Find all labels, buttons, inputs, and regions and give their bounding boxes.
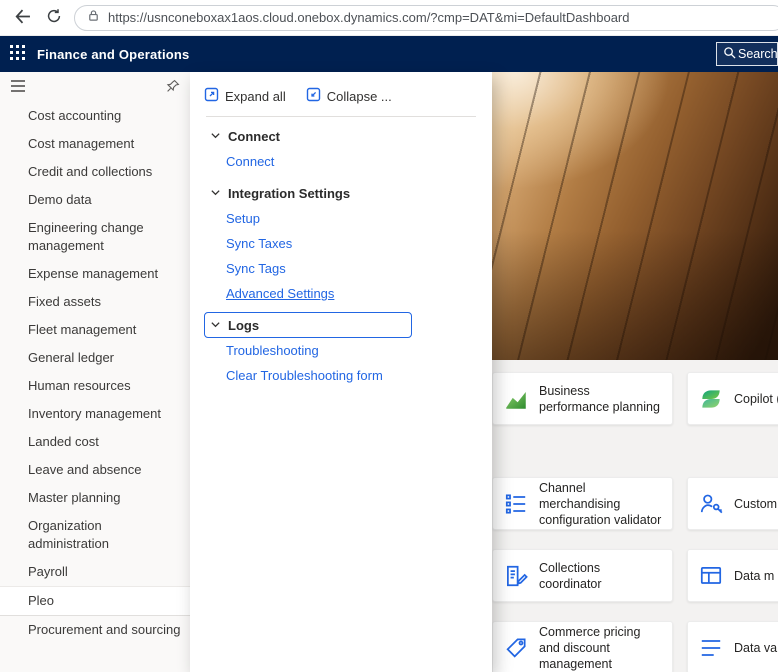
sidebar-item-human-resources[interactable]: Human resources: [0, 372, 190, 400]
tile-label: Copilot (Previe: [734, 391, 778, 406]
sidebar-item-organization-administration[interactable]: Organization administration: [0, 512, 190, 558]
tile-label: Data m: [734, 568, 775, 583]
address-bar[interactable]: https://usnconeboxax1aos.cloud.onebox.dy…: [74, 4, 778, 31]
sidebar-header: [0, 72, 190, 98]
flyout-toolbar: Expand all Collapse ...: [204, 84, 478, 108]
chevron-down-icon: [210, 186, 221, 201]
tile-label: Commerce pricing and discount management: [539, 624, 641, 671]
workarea: Cost accounting Cost management Credit a…: [0, 72, 778, 672]
tile-commerce-pricing-and-discount-management[interactable]: Commerce pricing and discount management: [492, 621, 673, 672]
sidebar-item-cost-management[interactable]: Cost management: [0, 130, 190, 158]
sidebar-item-general-ledger[interactable]: General ledger: [0, 344, 190, 372]
flyout-link-clear-troubleshooting-form[interactable]: Clear Troubleshooting form: [226, 363, 478, 388]
checklist-icon: [503, 491, 529, 517]
sidebar-item-landed-cost[interactable]: Landed cost: [0, 428, 190, 456]
collapse-button[interactable]: Collapse ...: [306, 87, 392, 105]
module-sidebar: Cost accounting Cost management Credit a…: [0, 72, 190, 672]
sidebar-item-inventory-management[interactable]: Inventory management: [0, 400, 190, 428]
flyout-link-troubleshooting[interactable]: Troubleshooting: [226, 338, 478, 363]
module-flyout-menu: Expand all Collapse ... Connect Connect: [190, 72, 492, 672]
price-tag-icon: [503, 635, 529, 661]
sidebar-item-credit-and-collections[interactable]: Credit and collections: [0, 158, 190, 186]
section-title: Logs: [228, 317, 260, 333]
tile-copilot-preview[interactable]: Copilot (Previe: [687, 372, 778, 425]
back-arrow-icon: [14, 8, 31, 28]
refresh-button[interactable]: [42, 6, 66, 30]
tile-label: Custom: [734, 496, 778, 511]
person-key-icon: [698, 491, 724, 517]
dashboard-hero-image: [492, 72, 778, 360]
app-launcher-button[interactable]: [10, 45, 25, 63]
expand-all-button[interactable]: Expand all: [204, 87, 286, 105]
section-title: Connect: [228, 128, 280, 144]
flyout-link-setup[interactable]: Setup: [226, 206, 478, 231]
collapse-label: Collapse ...: [326, 88, 392, 104]
chevron-down-icon: [210, 318, 221, 333]
section-title: Integration Settings: [228, 185, 351, 201]
app-title: Finance and Operations: [37, 46, 190, 62]
copilot-icon: [698, 386, 724, 412]
section-integration-settings[interactable]: Integration Settings: [204, 180, 412, 206]
sidebar-item-expense-management[interactable]: Expense management: [0, 260, 190, 288]
back-button[interactable]: [10, 6, 34, 30]
sidebar-item-fleet-management[interactable]: Fleet management: [0, 316, 190, 344]
sidebar-item-payroll[interactable]: Payroll: [0, 558, 190, 586]
hamburger-menu-button[interactable]: [8, 77, 28, 98]
document-pencil-icon: [503, 563, 529, 589]
flyout-link-sync-taxes[interactable]: Sync Taxes: [226, 231, 478, 256]
dashboard-content: Business performance planning Copilot (P…: [492, 72, 778, 672]
section-connect[interactable]: Connect: [204, 123, 412, 149]
tile-collections-coordinator[interactable]: Collections coordinator: [492, 549, 673, 602]
flyout-link-sync-tags[interactable]: Sync Tags: [226, 256, 478, 281]
sidebar-item-pleo[interactable]: Pleo: [0, 586, 190, 616]
pin-icon: [166, 79, 180, 96]
app-header: Finance and Operations Search: [0, 36, 778, 72]
browser-toolbar: https://usnconeboxax1aos.cloud.onebox.dy…: [0, 0, 778, 36]
expand-all-label: Expand all: [225, 88, 286, 104]
sidebar-item-procurement-and-sourcing[interactable]: Procurement and sourcing: [0, 616, 190, 644]
collapse-icon: [306, 87, 321, 105]
tile-customer[interactable]: Custom: [687, 477, 778, 530]
sidebar-item-master-planning[interactable]: Master planning: [0, 484, 190, 512]
data-table-icon: [698, 563, 724, 589]
tile-label: Channel merchandising configuration vali…: [539, 480, 662, 527]
flyout-divider: [206, 116, 476, 117]
chevron-down-icon: [210, 129, 221, 144]
flyout-link-connect[interactable]: Connect: [226, 149, 478, 174]
tile-label: Data va: [734, 640, 778, 655]
refresh-icon: [46, 8, 62, 27]
sidebar-item-demo-data[interactable]: Demo data: [0, 186, 190, 214]
sidebar-item-cost-accounting[interactable]: Cost accounting: [0, 102, 190, 130]
url-text: https://usnconeboxax1aos.cloud.onebox.dy…: [108, 10, 630, 25]
expand-all-icon: [204, 87, 219, 105]
list-icon: [698, 635, 724, 661]
sidebar-item-list: Cost accounting Cost management Credit a…: [0, 102, 190, 644]
area-chart-icon: [503, 386, 529, 412]
dynamics-365-window: https://usnconeboxax1aos.cloud.onebox.dy…: [0, 0, 778, 672]
flyout-link-advanced-settings[interactable]: Advanced Settings: [226, 281, 478, 306]
sidebar-item-fixed-assets[interactable]: Fixed assets: [0, 288, 190, 316]
pin-panel-button[interactable]: [164, 77, 182, 98]
tile-label: Collections coordinator: [539, 560, 602, 591]
search-input[interactable]: Search: [716, 42, 778, 66]
tile-channel-merchandising-configuration-validator[interactable]: Channel merchandising configuration vali…: [492, 477, 673, 530]
search-placeholder: Search: [738, 47, 778, 61]
waffle-icon: [10, 45, 25, 63]
tile-label: Business performance planning: [539, 383, 660, 414]
sidebar-item-engineering-change-management[interactable]: Engineering change management: [0, 214, 190, 260]
tile-business-performance-planning[interactable]: Business performance planning: [492, 372, 673, 425]
hamburger-icon: [10, 79, 26, 96]
tile-data-management[interactable]: Data m: [687, 549, 778, 602]
sidebar-item-leave-and-absence[interactable]: Leave and absence: [0, 456, 190, 484]
lock-icon: [87, 9, 100, 27]
tile-data-validation[interactable]: Data va: [687, 621, 778, 672]
section-logs[interactable]: Logs: [204, 312, 412, 338]
search-icon: [723, 46, 736, 62]
